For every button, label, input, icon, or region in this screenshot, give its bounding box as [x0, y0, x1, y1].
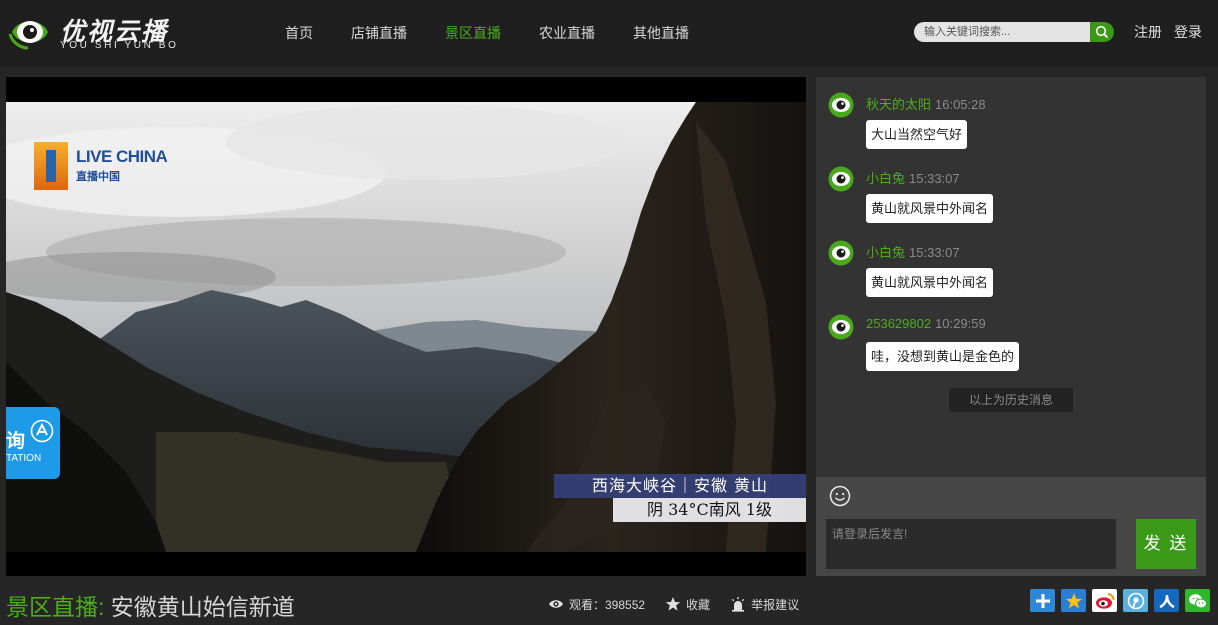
auth-links: 注册 登录	[1134, 0, 1202, 66]
search-button[interactable]	[1090, 22, 1114, 42]
chat-timestamp: 15:33:07	[909, 245, 960, 260]
top-header: 优视云播 YOU SHI YUN BO 首页 店铺直播 景区直播 农业直播 其他…	[0, 0, 1218, 66]
chat-username-text[interactable]: 秋天的太阳	[866, 97, 931, 112]
consult-label-cn: 询	[6, 430, 26, 452]
chat-message: 秋天的太阳 16:05:28 大山当然空气好	[828, 91, 1188, 155]
nav-other-live[interactable]: 其他直播	[614, 0, 708, 66]
chat-username[interactable]: 253629802 10:29:59	[866, 316, 986, 331]
location-caption: 西海大峡谷｜安徽 黄山	[554, 474, 806, 498]
stream-category: 景区直播:	[6, 594, 105, 620]
share-weibo-button[interactable]	[1092, 589, 1117, 612]
consultation-tab[interactable]: 询 TATION	[6, 407, 60, 479]
plus-icon	[1035, 593, 1050, 608]
view-count: 观看：398552	[548, 596, 645, 613]
user-avatar-icon	[828, 92, 854, 118]
chat-username[interactable]: 小白兔 15:33:07	[866, 168, 960, 187]
chat-composer: 发 送	[816, 477, 1206, 576]
user-avatar-icon	[828, 240, 854, 266]
view-count-text: 观看：398552	[569, 597, 646, 612]
login-link[interactable]: 登录	[1174, 0, 1202, 66]
chat-message-bubble: 黄山就风景中外闻名	[866, 194, 994, 223]
chat-username-text[interactable]: 小白兔	[866, 245, 905, 260]
consult-label-en: TATION	[6, 453, 42, 464]
stream-stats: 观看：398552 收藏 举报建议	[548, 593, 819, 615]
chat-message-bubble: 哇，没想到黄山是金色的	[866, 342, 1020, 371]
user-avatar-icon	[828, 314, 854, 340]
share-qzone-button[interactable]	[1061, 589, 1086, 612]
live-video-frame[interactable]: LIVE CHINA 直播中国 西海大峡谷｜安徽 黄山 阴 34°C南风 1级	[6, 102, 806, 552]
live-china-logo-icon	[34, 142, 68, 190]
nav-agri-live[interactable]: 农业直播	[520, 0, 614, 66]
search-input[interactable]	[914, 22, 1092, 42]
watermark-text-cn: 直播中国	[76, 170, 120, 183]
video-player[interactable]: LIVE CHINA 直播中国 西海大峡谷｜安徽 黄山 阴 34°C南风 1级 …	[6, 77, 806, 576]
user-avatar-icon	[828, 166, 854, 192]
chat-panel: 秋天的太阳 16:05:28 大山当然空气好 小白兔 15:33:07 黄山就风景中…	[816, 77, 1206, 576]
nav-home[interactable]: 首页	[266, 0, 332, 66]
nav-scenic-live[interactable]: 景区直播	[426, 0, 520, 66]
main-nav: 首页 店铺直播 景区直播 农业直播 其他直播	[266, 0, 708, 66]
chat-message-bubble: 黄山就风景中外闻名	[866, 268, 994, 297]
report-label[interactable]: 举报建议	[751, 596, 799, 613]
stream-name: 安徽黄山始信新道	[104, 594, 295, 620]
stream-title: 景区直播: 安徽黄山始信新道	[6, 588, 295, 620]
search-icon	[1095, 25, 1109, 39]
consult-icon	[30, 419, 54, 443]
search-box	[914, 22, 1114, 42]
share-tencent-weibo-button[interactable]	[1123, 589, 1148, 612]
share-wechat-button[interactable]	[1185, 589, 1210, 612]
logo-text-en: YOU SHI YUN BO	[60, 40, 179, 51]
chat-username-text[interactable]: 253629802	[866, 316, 931, 331]
tencent-weibo-icon	[1127, 592, 1144, 609]
share-more-button[interactable]	[1030, 589, 1055, 612]
chat-timestamp: 10:29:59	[935, 316, 986, 331]
qzone-star-icon	[1065, 592, 1082, 608]
register-link[interactable]: 注册	[1134, 0, 1162, 66]
live-china-watermark: LIVE CHINA 直播中国	[34, 142, 184, 192]
chat-message: 253629802 10:29:59 哇，没想到黄山是金色的	[828, 313, 1188, 377]
chat-timestamp: 16:05:28	[935, 97, 986, 112]
renren-icon	[1158, 594, 1175, 608]
star-icon	[665, 597, 681, 611]
chat-message: 小白兔 15:33:07 黄山就风景中外闻名	[828, 239, 1188, 303]
share-bar	[1030, 589, 1210, 612]
share-renren-button[interactable]	[1154, 589, 1179, 612]
emoji-icon[interactable]	[829, 485, 851, 507]
alarm-light-icon	[731, 597, 745, 612]
chat-username-text[interactable]: 小白兔	[866, 171, 905, 186]
watermark-text-en: LIVE CHINA	[76, 147, 168, 166]
eye-icon	[549, 600, 563, 608]
history-divider: 以上为历史消息	[949, 388, 1073, 412]
chat-username[interactable]: 小白兔 15:33:07	[866, 242, 960, 261]
weather-caption: 阴 34°C南风 1级	[613, 498, 806, 522]
chat-timestamp: 15:33:07	[909, 171, 960, 186]
logo-eye-icon	[8, 21, 48, 50]
chat-message: 小白兔 15:33:07 黄山就风景中外闻名	[828, 165, 1188, 229]
nav-store-live[interactable]: 店铺直播	[332, 0, 426, 66]
chat-message-bubble: 大山当然空气好	[866, 120, 968, 149]
favorite-button[interactable]: 收藏	[665, 596, 710, 613]
favorite-label[interactable]: 收藏	[686, 596, 710, 613]
chat-username[interactable]: 秋天的太阳 16:05:28	[866, 94, 986, 113]
weibo-icon	[1095, 592, 1114, 609]
chat-input[interactable]	[826, 519, 1116, 569]
wechat-icon	[1188, 593, 1207, 608]
send-button[interactable]: 发 送	[1136, 519, 1196, 569]
site-logo[interactable]: 优视云播 YOU SHI YUN BO	[8, 10, 208, 56]
report-button[interactable]: 举报建议	[730, 596, 799, 613]
